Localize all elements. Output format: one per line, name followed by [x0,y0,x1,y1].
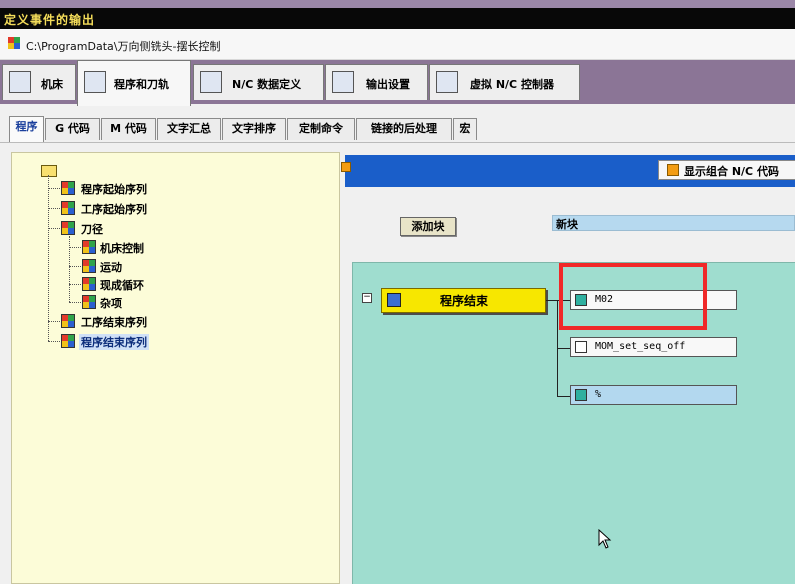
subtab-word-summary[interactable]: 文字汇总 [157,118,221,140]
event-node-label: 程序结束 [440,294,489,308]
event-tree-panel [11,152,340,584]
subtab-g-code[interactable]: G 代码 [45,118,100,140]
folder-icon [41,165,57,177]
subtab-custom-command[interactable]: 定制命令 [287,118,355,140]
tab-label: 虚拟 N/C 控制器 [470,78,554,91]
tree-connector [69,247,81,248]
tree-connector [48,341,60,342]
block-icon [575,389,587,401]
tab-virtual-nc[interactable]: 虚拟 N/C 控制器 [429,64,580,100]
toolpath-icon [84,71,106,93]
sequence-icon [82,259,96,273]
tree-item-operation-end[interactable]: 工序结束序列 [81,314,147,330]
sequence-icon [61,201,75,215]
header-marker-icon [341,162,351,172]
sequence-icon [61,334,75,348]
tree-connector [48,175,49,341]
block-mom-set-seq-off[interactable]: MOM_set_seq_off [570,337,737,357]
checkbox-icon[interactable] [667,164,679,176]
add-block-button[interactable]: 添加块 [400,217,456,236]
tree-item-toolpath[interactable]: 刀径 [81,221,103,237]
tree-connector [69,236,70,302]
new-block-field[interactable] [552,215,795,231]
sequence-icon [82,295,96,309]
display-combined-nc-label: 显示组合 N/C 代码 [684,165,779,178]
tab-nc-data[interactable]: N/C 数据定义 [193,64,324,100]
new-block-label: 新块 [556,218,578,231]
tree-connector [48,321,60,322]
tree-connector [48,228,60,229]
block-text: MOM_set_seq_off [595,341,686,352]
subtab-m-code[interactable]: M 代码 [101,118,156,140]
tab-label: 输出设置 [366,78,410,91]
subtab-linked-posts[interactable]: 链接的后处理 [356,118,452,140]
sequence-icon [61,314,75,328]
block-percent[interactable]: % [570,385,737,405]
machine-icon [9,71,31,93]
printer-icon [332,71,354,93]
tree-item-misc[interactable]: 杂项 [100,295,122,311]
mouse-cursor-icon [598,529,612,549]
tree-item-program-end[interactable]: 程序结束序列 [79,334,149,350]
tab-output-settings[interactable]: 输出设置 [325,64,428,100]
block-text: % [595,389,602,400]
event-icon [387,293,401,307]
tree-item-motion[interactable]: 运动 [100,259,122,275]
collapse-toggle[interactable]: − [362,293,372,303]
tab-program-toolpath[interactable]: 程序和刀轨 [77,60,191,106]
subtab-word-sequence[interactable]: 文字排序 [222,118,286,140]
tree-item-canned-cycle[interactable]: 现成循环 [100,277,144,293]
virtual-controller-icon [436,71,458,93]
highlight-annotation [559,263,707,330]
tab-machine[interactable]: 机床 [2,64,76,100]
tree-connector [69,284,81,285]
sequence-icon [82,277,96,291]
sequence-icon [61,181,75,195]
connector-line [557,348,570,349]
top-strip [0,0,795,8]
tab-label: 机床 [41,78,63,91]
sequence-icon [61,221,75,235]
connector-line [557,396,570,397]
nc-data-icon [200,71,222,93]
tree-connector [48,208,60,209]
tree-item-operation-start[interactable]: 工序起始序列 [81,201,147,217]
subtab-program[interactable]: 程序 [9,116,44,142]
tab-label: N/C 数据定义 [232,78,302,91]
sequence-icon [82,240,96,254]
tree-connector [69,266,81,267]
tree-connector [69,302,81,303]
title-bar [0,8,795,29]
file-path: C:\ProgramData\万向侧铣头-摆长控制 [26,40,221,53]
subtab-macro[interactable]: 宏 [453,118,477,140]
tree-connector [48,188,60,189]
tree-item-machine-control[interactable]: 机床控制 [100,240,144,256]
hand-icon [575,341,587,353]
app-icon [8,37,20,49]
tab-label: 程序和刀轨 [114,78,169,91]
tree-item-program-start[interactable]: 程序起始序列 [81,181,147,197]
window-title: 定义事件的输出 [4,13,96,27]
